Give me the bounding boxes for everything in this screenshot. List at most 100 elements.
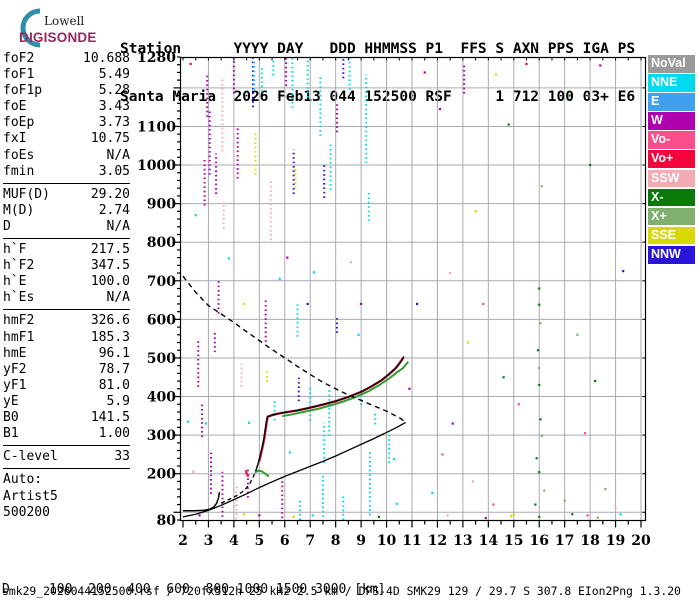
- x-mode-trace: [282, 361, 409, 418]
- noise-dot: [258, 514, 261, 517]
- noise-dot: [507, 123, 510, 126]
- noise-dot: [292, 515, 295, 519]
- x-axis-label: 10: [377, 533, 397, 549]
- noise-dot: [563, 499, 566, 502]
- legend-item-noval: NoVal: [648, 55, 695, 73]
- noise-dot: [198, 514, 201, 517]
- legend-item-x: X+: [648, 207, 695, 226]
- noise-dot: [512, 513, 515, 516]
- y-axis-label: 1000: [137, 158, 176, 174]
- noise-dot: [619, 513, 622, 516]
- y-axis-label: 600: [147, 312, 176, 328]
- noise-dot: [449, 271, 452, 275]
- noise-dot: [538, 515, 541, 519]
- noise-dot: [312, 271, 316, 274]
- legend-item-x: X-: [648, 188, 695, 207]
- noise-dot: [492, 503, 495, 506]
- x-axis-label: 20: [631, 533, 651, 549]
- x-axis-label: 6: [280, 533, 290, 549]
- noise-dot: [438, 107, 442, 111]
- y-axis-label: 1280: [137, 50, 176, 66]
- noise-dot: [534, 503, 537, 506]
- noise-dot: [482, 302, 485, 306]
- x-axis-label: 3: [204, 533, 214, 549]
- x-axis-label: 8: [331, 533, 341, 549]
- noise-dot: [451, 422, 454, 425]
- noise-dot: [484, 516, 487, 520]
- noise-dot: [536, 349, 540, 352]
- x-axis-label: 17: [555, 533, 574, 549]
- noise-dot: [525, 62, 528, 66]
- legend-item-ssw: SSW: [648, 169, 695, 188]
- noise-dot: [596, 516, 599, 519]
- o-mode-dot: [246, 474, 250, 477]
- noise-dot: [589, 163, 592, 167]
- noise-dot: [415, 302, 419, 306]
- x-axis-label: 2: [178, 533, 188, 549]
- x-axis-label: 19: [606, 533, 625, 549]
- noise-dot: [594, 380, 597, 383]
- noise-dot: [446, 514, 449, 517]
- noise-dot: [393, 457, 396, 461]
- noise-dot: [583, 432, 587, 435]
- noise-dot: [622, 270, 625, 273]
- noise-dot: [286, 256, 289, 259]
- noise-dot: [538, 383, 541, 387]
- noise-dot: [288, 451, 291, 454]
- noise-dot: [423, 71, 426, 74]
- file-info-footer: smk29_2026044152500.rsf / 720fx512h 25 k…: [2, 584, 681, 598]
- x-axis-label: 13: [453, 533, 472, 549]
- noise-dot: [538, 303, 541, 306]
- noise-dot: [349, 261, 353, 264]
- y-axis-label: 700: [147, 274, 176, 290]
- legend-item-vo: Vo+: [648, 150, 695, 169]
- direction-color-legend: NoVal NNE E W Vo- Vo+ SSW X- X+ SSE NNW: [648, 55, 695, 265]
- y-axis-label: 800: [147, 235, 176, 251]
- noise-dot: [543, 489, 546, 492]
- noise-dot: [192, 470, 195, 473]
- noise-dot: [510, 515, 513, 518]
- noise-dot: [599, 64, 602, 67]
- legend-item-nne: NNE: [648, 74, 695, 92]
- x-axis-label: 15: [504, 533, 523, 549]
- noise-dot: [474, 210, 477, 213]
- noise-dot: [306, 302, 309, 306]
- noise-dot: [357, 333, 360, 336]
- noise-dot: [494, 73, 498, 76]
- x-axis-label: 7: [305, 533, 315, 549]
- x-axis-label: 11: [402, 533, 421, 549]
- y-axis-label: 80: [157, 513, 177, 529]
- noise-dot: [194, 214, 197, 217]
- noise-dot: [571, 513, 574, 516]
- legend-item-vo: Vo-: [648, 131, 695, 149]
- y-axis-label: 900: [147, 197, 176, 213]
- noise-dot: [471, 480, 475, 483]
- legend-item-w: W: [648, 112, 695, 130]
- o-mode-trace: [258, 357, 405, 462]
- ionogram-plot: 2 3 4 5 6 7 8 9 10 11 12 13 14 15 16 17 18 19 20 80 200 300 40…: [137, 50, 651, 549]
- noise-dot: [189, 62, 192, 66]
- noise-dot: [540, 434, 543, 437]
- noise-dot: [568, 94, 571, 97]
- noise-dot: [408, 387, 411, 390]
- noise-dot: [248, 421, 251, 424]
- noise-dot: [538, 287, 541, 290]
- noise-dot: [431, 491, 434, 495]
- o-mode-dot: [244, 470, 248, 473]
- noise-dot: [614, 507, 617, 510]
- noise-dot: [377, 515, 381, 519]
- x-axis-label: 4: [229, 533, 239, 549]
- x-axis-label: 12: [428, 533, 447, 549]
- noise-dot: [441, 453, 444, 456]
- noise-dot: [311, 514, 314, 517]
- noise-dot: [242, 302, 246, 306]
- noise-dot: [227, 257, 230, 260]
- y-axis-label: 200: [147, 467, 176, 483]
- y-axis-label: 300: [147, 428, 176, 444]
- noise-dot: [360, 302, 363, 306]
- legend-item-nnw: NNW: [648, 245, 695, 264]
- x-axis-label: 9: [356, 533, 366, 549]
- y-axis-label: 500: [147, 351, 176, 367]
- noise-dot: [204, 422, 207, 425]
- noise-dot: [538, 366, 541, 370]
